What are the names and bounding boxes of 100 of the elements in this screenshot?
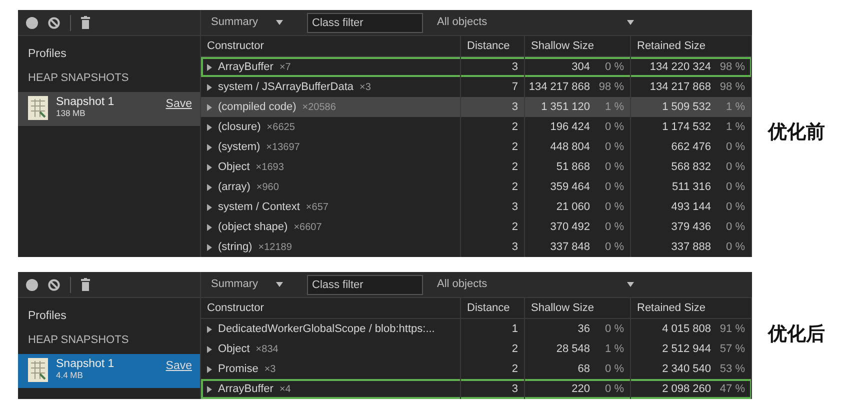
- section-heading: HEAP SNAPSHOTS: [27, 71, 130, 86]
- column-header[interactable]: Constructor: [201, 298, 461, 318]
- constructor-name: DedicatedWorkerGlobalScope / blob:https:...: [218, 322, 435, 337]
- retained-size-value: 1 509 532: [662, 100, 711, 115]
- caption: 优化后: [766, 322, 825, 348]
- instance-count: ×657: [306, 200, 328, 214]
- distance-value: 7: [512, 80, 518, 95]
- expand-triangle-icon[interactable]: [207, 164, 212, 170]
- table-row[interactable]: ArrayBuffer ×4 3 220 0 % 2 098 260 47 %: [201, 379, 752, 399]
- shallow-size-percent: 0 %: [604, 382, 624, 397]
- table-row[interactable]: Object ×834 2 28 548 1 % 2 512 944 57 %: [201, 339, 752, 359]
- trash-icon[interactable]: [81, 278, 90, 291]
- shallow-size-value: 359 464: [550, 180, 590, 195]
- retained-size-value: 379 436: [671, 220, 711, 235]
- expand-triangle-icon[interactable]: [207, 224, 212, 230]
- column-header[interactable]: Distance: [461, 298, 525, 318]
- instance-count: ×3: [360, 80, 371, 94]
- expand-triangle-icon[interactable]: [207, 144, 212, 150]
- caret-icon[interactable]: [276, 20, 284, 25]
- column-header[interactable]: Retained Size: [631, 298, 752, 318]
- table-row[interactable]: (array) ×960 2 359 464 0 % 511 316 0 %: [201, 177, 752, 197]
- retained-size-percent: 1 %: [725, 100, 745, 115]
- shallow-size-percent: 1 %: [604, 342, 624, 357]
- view-dropdown[interactable]: Summary: [211, 276, 299, 293]
- expand-triangle-icon[interactable]: [207, 104, 212, 110]
- table-row[interactable]: (system) ×13697 2 448 804 0 % 662 476 0 %: [201, 137, 752, 157]
- constructor-name: (string): [218, 240, 252, 255]
- expand-triangle-icon[interactable]: [207, 386, 212, 392]
- column-header[interactable]: Constructor: [201, 36, 461, 56]
- expand-triangle-icon[interactable]: [207, 204, 212, 210]
- scope-dropdown[interactable]: All objects: [431, 14, 634, 31]
- expand-triangle-icon[interactable]: [207, 184, 212, 190]
- expand-triangle-icon[interactable]: [207, 64, 212, 70]
- caret-icon[interactable]: [627, 282, 634, 287]
- expand-triangle-icon[interactable]: [207, 84, 212, 90]
- distance-value: 2: [512, 140, 518, 155]
- snapshot-size: 4.4 MB: [56, 370, 84, 380]
- expand-triangle-icon[interactable]: [207, 244, 212, 250]
- shallow-size-value: 337 848: [550, 240, 590, 255]
- retained-size-value: 337 888: [671, 240, 711, 255]
- clear-icon[interactable]: [48, 16, 60, 28]
- spreadsheet-icon: [28, 96, 48, 120]
- view-dropdown[interactable]: Summary: [211, 14, 299, 31]
- shallow-size-percent: 0 %: [604, 160, 624, 175]
- shallow-size-percent: 1 %: [604, 100, 624, 115]
- retained-size-percent: 47 %: [719, 382, 745, 397]
- table-row[interactable]: (object shape) ×6607 2 370 492 0 % 379 436 0 %: [201, 217, 752, 237]
- expand-triangle-icon[interactable]: [207, 124, 212, 130]
- shallow-size-percent: 98 %: [598, 80, 624, 95]
- instance-count: ×13697: [266, 140, 300, 154]
- retained-size-percent: 98 %: [719, 60, 745, 75]
- snapshot-name: Snapshot 1: [56, 358, 114, 371]
- distance-value: 3: [512, 60, 518, 75]
- table-row[interactable]: (string) ×12189 3 337 848 0 % 337 888 0 %: [201, 237, 752, 257]
- distance-value: 3: [512, 382, 518, 397]
- expand-triangle-icon[interactable]: [207, 326, 212, 332]
- column-header[interactable]: Shallow Size: [525, 36, 631, 56]
- record-icon[interactable]: [26, 278, 38, 290]
- column-header[interactable]: Distance: [461, 36, 525, 56]
- shallow-size-value: 196 424: [550, 120, 590, 135]
- shallow-size-percent: 0 %: [604, 200, 624, 215]
- clear-icon[interactable]: [48, 278, 60, 290]
- class-filter-field[interactable]: Class filter: [307, 12, 423, 32]
- retained-size-percent: 98 %: [719, 80, 745, 95]
- shallow-size-value: 51 868: [556, 160, 590, 175]
- record-icon[interactable]: [26, 16, 38, 28]
- distance-value: 2: [512, 180, 518, 195]
- caret-icon[interactable]: [276, 282, 284, 287]
- expand-triangle-icon[interactable]: [207, 346, 212, 352]
- snapshot-item[interactable]: Snapshot 1 138 MB Save: [18, 92, 200, 126]
- table-row[interactable]: (compiled code) ×20586 3 1 351 120 1 % 1 509 532 1 %: [201, 97, 752, 117]
- expand-triangle-icon[interactable]: [207, 366, 212, 372]
- instance-count: ×834: [256, 342, 278, 356]
- caret-icon[interactable]: [627, 20, 634, 25]
- retained-size-value: 568 832: [671, 160, 711, 175]
- distance-value: 2: [512, 362, 518, 377]
- retained-size-percent: 0 %: [725, 140, 745, 155]
- snapshot-item[interactable]: Snapshot 1 4.4 MB Save: [18, 354, 200, 388]
- sidebar-title: Profiles: [27, 309, 68, 324]
- table-row[interactable]: ArrayBuffer ×7 3 304 0 % 134 220 324 98 %: [201, 57, 752, 77]
- snapshot-size: 138 MB: [56, 108, 86, 118]
- retained-size-percent: 0 %: [725, 200, 745, 215]
- shallow-size-value: 304: [572, 60, 590, 75]
- table-row[interactable]: system / Context ×657 3 21 060 0 % 493 144 0 %: [201, 197, 752, 217]
- column-header[interactable]: Shallow Size: [525, 298, 631, 318]
- save-link[interactable]: Save: [166, 96, 192, 114]
- table-row[interactable]: (closure) ×6625 2 196 424 0 % 1 174 532 1 %: [201, 117, 752, 137]
- retained-size-value: 1 174 532: [662, 120, 711, 135]
- save-link[interactable]: Save: [166, 358, 192, 376]
- scope-dropdown[interactable]: All objects: [431, 276, 634, 293]
- instance-count: ×6607: [294, 220, 322, 234]
- table-row[interactable]: DedicatedWorkerGlobalScope / blob:https:... 1 36 0 % 4 015 808 91 %: [201, 319, 752, 339]
- table-row[interactable]: Promise ×3 2 68 0 % 2 340 540 53 %: [201, 359, 752, 379]
- retained-size-percent: 91 %: [719, 322, 745, 337]
- column-header[interactable]: Retained Size: [631, 36, 752, 56]
- trash-icon[interactable]: [81, 16, 90, 29]
- table-row[interactable]: Object ×1693 2 51 868 0 % 568 832 0 %: [201, 157, 752, 177]
- class-filter-field[interactable]: Class filter: [307, 274, 423, 294]
- retained-size-percent: 0 %: [725, 180, 745, 195]
- distance-value: 3: [512, 200, 518, 215]
